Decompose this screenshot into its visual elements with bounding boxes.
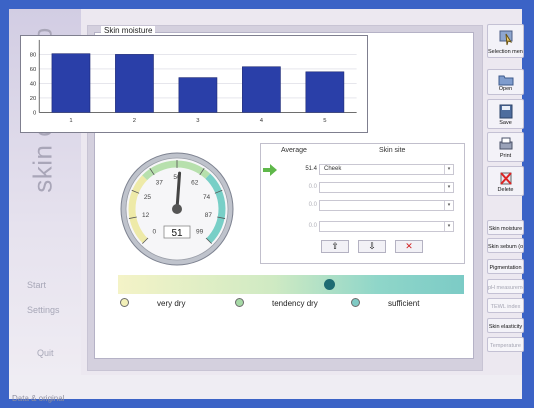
table-header: Average Skin site <box>261 144 464 156</box>
y-tick-label: 20 <box>30 96 37 102</box>
open-folder-icon <box>498 75 514 86</box>
bottom-strip <box>9 375 522 399</box>
header-skin-site: Skin site <box>379 147 406 154</box>
legend-very-dry: very dry <box>120 298 185 310</box>
gauge-tick-label: 74 <box>203 194 211 201</box>
x-tick-label: 3 <box>196 118 199 124</box>
gauge-tick-label: 0 <box>153 229 157 236</box>
legend-dot <box>120 298 129 307</box>
bar <box>242 66 281 113</box>
skin-sebum-button[interactable]: Skin sebum (oil) <box>487 238 524 253</box>
row-average: 0.0 <box>308 202 317 208</box>
moisture-gauge: 0122537506274879951 <box>120 152 234 266</box>
x-tick-label: 2 <box>133 118 136 124</box>
open-button[interactable]: Open <box>487 69 524 95</box>
x-tick-label: 5 <box>323 118 327 124</box>
temperature-button[interactable]: Temperature <box>487 337 524 352</box>
delete-button[interactable]: Delete <box>487 166 524 196</box>
header-average: Average <box>281 147 307 154</box>
measurement-table: Average Skin site 51.4 Cheek ▾ 0.0 ▾ 0.0 … <box>260 143 465 264</box>
y-tick-label: 0 <box>33 110 37 116</box>
table-row[interactable]: 51.4 Cheek ▾ <box>261 163 464 177</box>
arrow-down-icon: ⇩ <box>368 241 376 251</box>
move-up-button[interactable]: ⇧ <box>321 240 349 253</box>
bar <box>51 53 91 113</box>
status-text: Data & original <box>12 394 65 403</box>
chevron-down-icon[interactable]: ▾ <box>444 183 453 192</box>
legend-dot <box>351 298 360 307</box>
delete-icon <box>500 172 512 185</box>
printer-icon <box>499 137 513 150</box>
scale-marker <box>324 279 336 290</box>
save-icon <box>499 104 513 119</box>
row-average: 0.0 <box>308 184 317 190</box>
chevron-down-icon[interactable]: ▾ <box>444 165 453 174</box>
print-button[interactable]: Print <box>487 132 524 162</box>
y-tick-label: 60 <box>30 67 37 73</box>
nav-settings[interactable]: Settings <box>27 305 60 315</box>
gauge-tick-label: 62 <box>191 179 199 186</box>
save-button[interactable]: Save <box>487 99 524 129</box>
skin-site-select[interactable]: ▾ <box>319 182 454 193</box>
skin-site-select[interactable]: ▾ <box>319 200 454 211</box>
selection-menu-button[interactable]: Selection menu <box>487 24 524 58</box>
tewl-index-button[interactable]: TEWL index <box>487 298 524 313</box>
ph-measurement-button[interactable]: pH measurement <box>487 279 524 294</box>
y-tick-label: 40 <box>30 81 37 87</box>
moisture-bar-chart: 0 20 40 60 80 1 2 3 4 5 <box>20 35 368 133</box>
skin-site-select[interactable]: ▾ <box>319 221 454 232</box>
skin-site-select[interactable]: Cheek ▾ <box>319 164 454 175</box>
gauge-tick-label: 99 <box>196 229 204 236</box>
gauge-tick-label: 87 <box>205 212 213 219</box>
bar <box>178 77 218 113</box>
arrow-up-icon: ⇧ <box>331 241 339 251</box>
pointer-icon <box>499 30 513 46</box>
skin-moisture-button[interactable]: Skin moisture <box>487 220 524 235</box>
panel-title: Skin moisture <box>101 26 156 35</box>
table-row[interactable]: 0.0 ▾ <box>261 220 464 234</box>
pigmentation-button[interactable]: Pigmentation <box>487 259 524 274</box>
row-average: 51.4 <box>305 166 317 172</box>
gauge-tick-label: 12 <box>142 212 150 219</box>
gauge-tick-label: 37 <box>156 179 164 186</box>
arrow-right-icon <box>263 164 277 176</box>
legend-tendency-dry: tendency dry <box>235 298 318 310</box>
gauge-value: 51 <box>171 228 183 239</box>
bar <box>115 54 154 113</box>
row-average: 0.0 <box>308 223 317 229</box>
delete-row-button[interactable]: ✕ <box>395 240 423 253</box>
gauge-hub <box>172 204 182 214</box>
legend-sufficient: sufficient <box>351 298 419 310</box>
gauge-tick-label: 25 <box>144 194 152 201</box>
table-row[interactable]: 0.0 ▾ <box>261 199 464 213</box>
skin-elasticity-button[interactable]: Skin elasticity <box>487 318 524 333</box>
close-icon: ✕ <box>405 241 413 251</box>
moisture-scale <box>118 275 464 294</box>
x-tick-label: 1 <box>69 118 72 124</box>
bar <box>305 71 345 113</box>
nav-quit[interactable]: Quit <box>37 348 54 358</box>
move-down-button[interactable]: ⇩ <box>358 240 386 253</box>
y-tick-label: 80 <box>30 52 37 58</box>
nav-start[interactable]: Start <box>27 280 46 290</box>
x-tick-label: 4 <box>260 118 264 124</box>
chevron-down-icon[interactable]: ▾ <box>444 222 453 231</box>
right-toolbar: Selection menu Open Save Print Delete Sk… <box>484 24 524 374</box>
chevron-down-icon[interactable]: ▾ <box>444 201 453 210</box>
table-row[interactable]: 0.0 ▾ <box>261 181 464 195</box>
legend-dot <box>235 298 244 307</box>
